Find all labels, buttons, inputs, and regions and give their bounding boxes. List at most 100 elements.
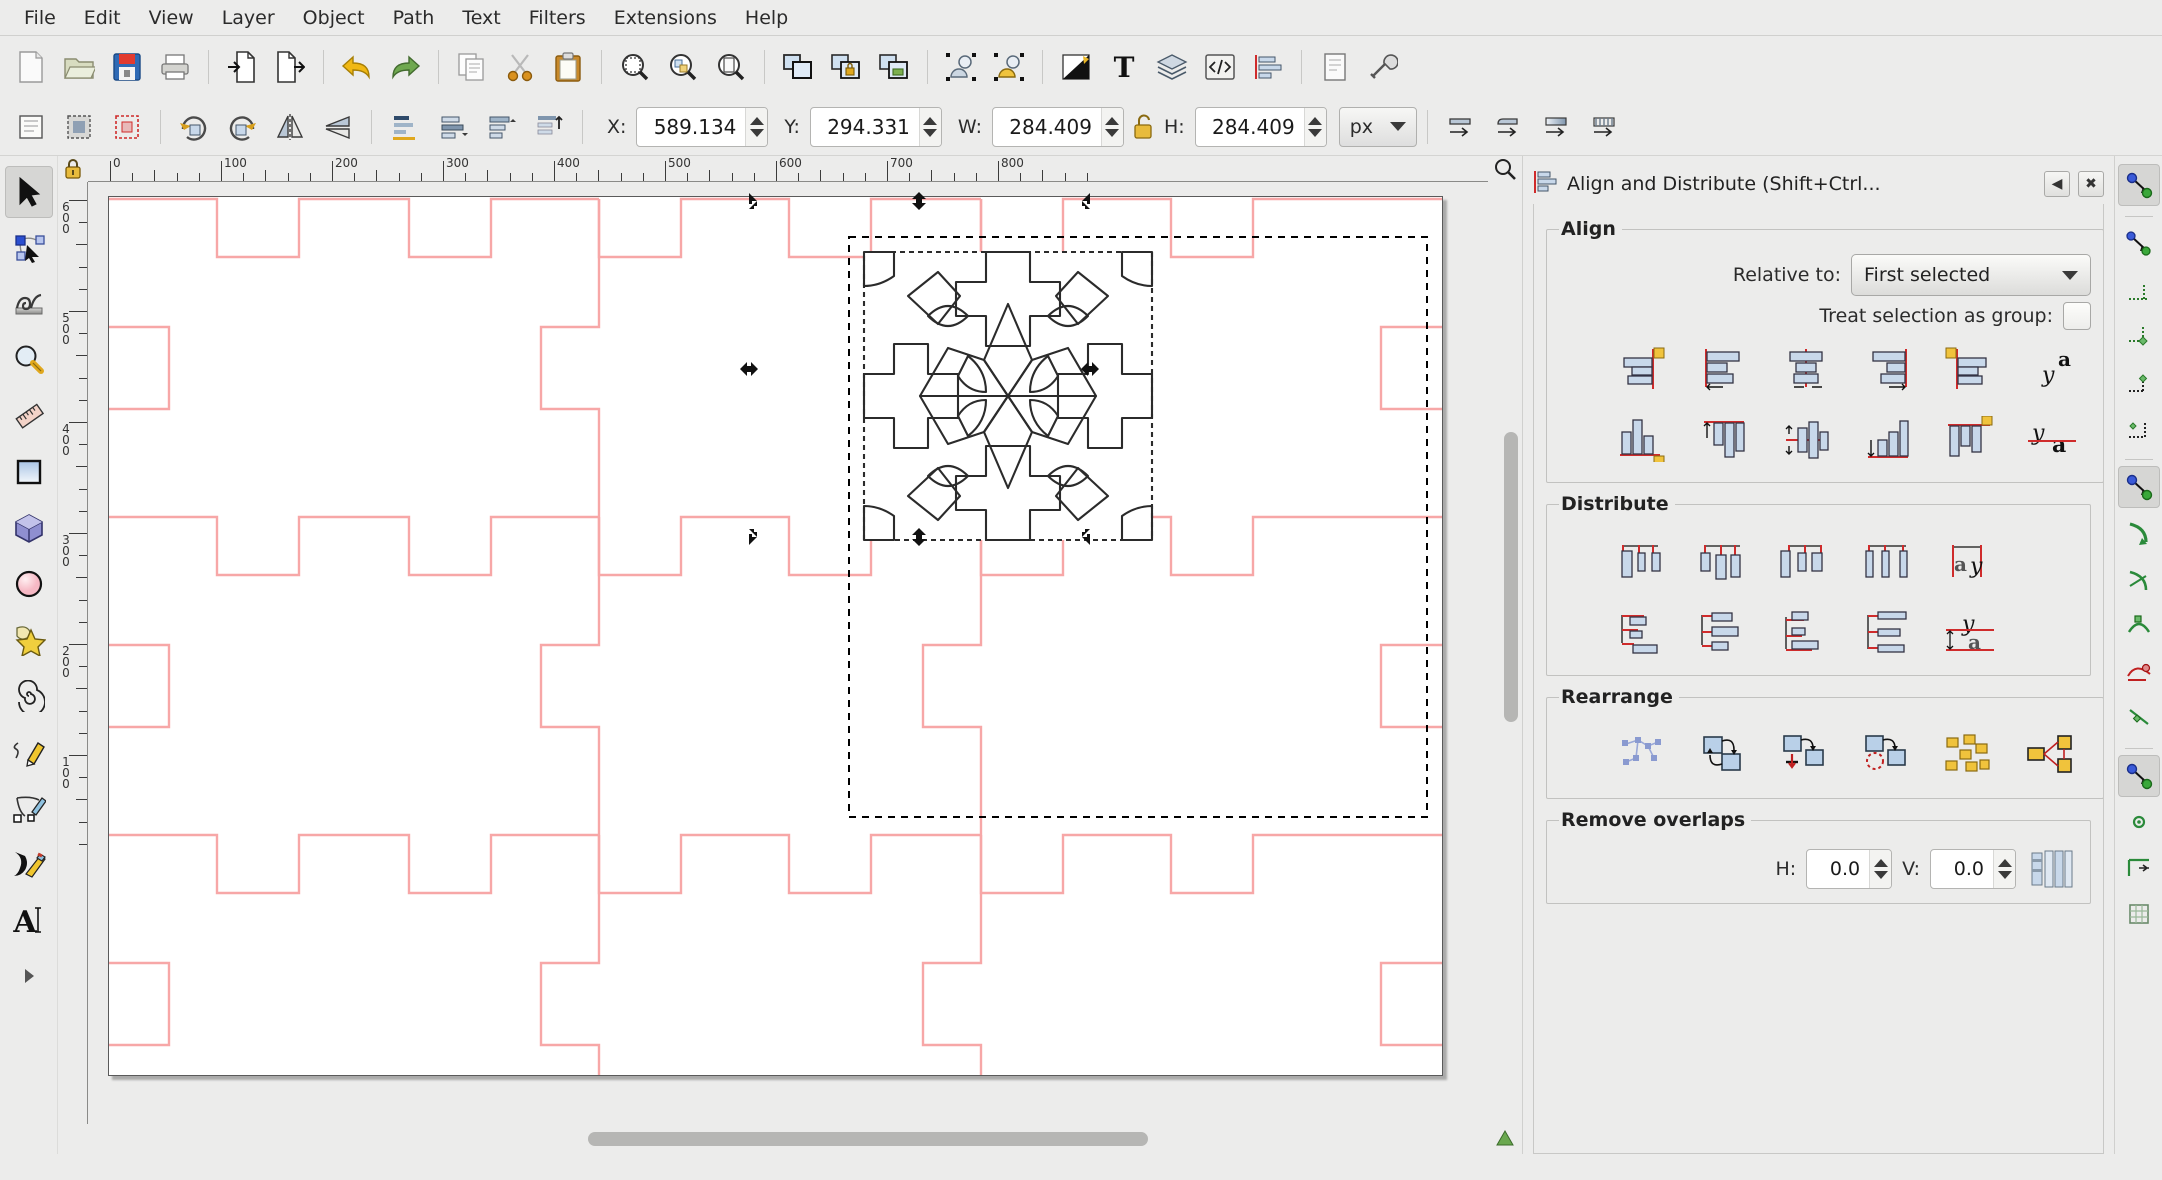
snap-object-centers-icon[interactable]: [2118, 801, 2160, 843]
menu-filters[interactable]: Filters: [515, 4, 600, 32]
overlap-h-arrows[interactable]: [1869, 850, 1892, 888]
pen-gradient-icon[interactable]: [1053, 44, 1099, 90]
graph-layout-icon[interactable]: [1603, 724, 1681, 786]
rectangle-icon[interactable]: [5, 446, 53, 498]
menu-path[interactable]: Path: [379, 4, 449, 32]
import-icon[interactable]: [219, 44, 265, 90]
remove-overlaps-icon[interactable]: [2026, 847, 2078, 891]
x-input[interactable]: [637, 107, 746, 146]
overlap-v-input[interactable]: [1931, 850, 1993, 888]
redo-arrow-icon[interactable]: [382, 44, 428, 90]
save-floppy-icon[interactable]: [104, 44, 150, 90]
overlap-v-arrows[interactable]: [1993, 850, 2015, 888]
w-spinner[interactable]: [991, 106, 1124, 147]
arrow-up-icon[interactable]: [749, 116, 764, 125]
overlap-v-spinner[interactable]: [1930, 849, 2016, 889]
text-tool-icon[interactable]: T: [1101, 44, 1147, 90]
zoom-indicator-icon[interactable]: [1488, 156, 1522, 182]
fill-stroke-icon[interactable]: [986, 44, 1032, 90]
copy-icon[interactable]: [449, 44, 495, 90]
tweak-icon[interactable]: [5, 278, 53, 330]
menu-extensions[interactable]: Extensions: [600, 4, 731, 32]
distribute-vertical-gaps-icon[interactable]: [1849, 601, 1927, 663]
vertical-scrollbar[interactable]: [1500, 182, 1522, 1124]
print-icon[interactable]: [152, 44, 198, 90]
y-spin-arrows[interactable]: [918, 107, 941, 146]
snap-others-icon[interactable]: [2117, 755, 2160, 797]
lower-icon[interactable]: [430, 104, 476, 150]
menu-edit[interactable]: Edit: [70, 4, 135, 32]
w-input[interactable]: [992, 107, 1101, 146]
distribute-right-edges-icon[interactable]: [1767, 531, 1845, 593]
affect-gradients-icon[interactable]: [1534, 104, 1580, 150]
deselect-icon[interactable]: [104, 104, 150, 150]
rotate-ccw-icon[interactable]: [171, 104, 217, 150]
h-spinner[interactable]: [1194, 106, 1327, 147]
spiral-icon[interactable]: [5, 670, 53, 722]
horizontal-scrollbar[interactable]: [58, 1124, 1488, 1154]
arrow-up-icon[interactable]: [923, 116, 938, 125]
y-spinner[interactable]: [809, 106, 942, 147]
w-spin-arrows[interactable]: [1100, 107, 1123, 146]
arrow-up-icon[interactable]: [1997, 859, 2012, 867]
distribute-bottom-edges-icon[interactable]: [1767, 601, 1845, 663]
menu-file[interactable]: File: [10, 4, 70, 32]
exchange-positions-clockwise-icon[interactable]: [1849, 724, 1927, 786]
distribute-top-edges-icon[interactable]: [1603, 601, 1681, 663]
exchange-positions-zorder-icon[interactable]: [1767, 724, 1845, 786]
cut-scissors-icon[interactable]: [497, 44, 543, 90]
zoom-drawing-icon[interactable]: [660, 44, 706, 90]
exchange-positions-icon[interactable]: [1685, 724, 1763, 786]
arrow-down-icon[interactable]: [1997, 871, 2012, 879]
snap-bbox-edge-midpoints-icon[interactable]: [2118, 361, 2160, 403]
collapse-icon[interactable]: ◀: [2044, 171, 2070, 197]
paste-clipboard-icon[interactable]: [545, 44, 591, 90]
snap-path-icon[interactable]: [2118, 512, 2160, 554]
snap-smooth-nodes-icon[interactable]: [2118, 650, 2160, 692]
snap-enable-icon[interactable]: [2117, 164, 2160, 206]
relative-to-select[interactable]: First selected: [1851, 254, 2091, 296]
align-text-baseline-horizontal-icon[interactable]: ya: [2013, 408, 2091, 470]
h-spin-arrows[interactable]: [1303, 107, 1326, 146]
arrow-down-icon[interactable]: [923, 128, 938, 137]
document-properties-icon[interactable]: [1312, 44, 1358, 90]
raise-to-top-icon[interactable]: [526, 104, 572, 150]
ruler-lock-icon[interactable]: [58, 156, 88, 182]
layers-icon[interactable]: [1149, 44, 1195, 90]
h-input[interactable]: [1195, 107, 1304, 146]
menu-view[interactable]: View: [135, 4, 208, 32]
menu-layer[interactable]: Layer: [208, 4, 289, 32]
distribute-vertical-centers-icon[interactable]: [1685, 601, 1763, 663]
align-text-baseline-vertical-icon[interactable]: ay: [2013, 338, 2091, 400]
arrow-up-icon[interactable]: [1105, 116, 1120, 125]
zoom-selection-icon[interactable]: [612, 44, 658, 90]
snap-bbox-centers-icon[interactable]: [2118, 407, 2160, 449]
align-left-edges-icon[interactable]: [1685, 338, 1763, 400]
vertical-scroll-thumb[interactable]: [1504, 432, 1518, 722]
unclump-icon[interactable]: [2013, 724, 2091, 786]
menu-help[interactable]: Help: [731, 4, 802, 32]
treat-selection-as-group-checkbox[interactable]: [2063, 302, 2091, 330]
lock-open-icon[interactable]: [1126, 104, 1160, 150]
ungroup-icon[interactable]: [871, 44, 917, 90]
select-all-layers-icon[interactable]: [56, 104, 102, 150]
zoom-page-icon[interactable]: [708, 44, 754, 90]
arrow-up-icon[interactable]: [1873, 859, 1888, 867]
distribute-text-baselines-vertical-icon[interactable]: ya: [1931, 601, 2009, 663]
raise-icon[interactable]: [478, 104, 524, 150]
overlap-h-input[interactable]: [1807, 850, 1870, 888]
measure-ruler-icon[interactable]: [5, 390, 53, 442]
node-editor-icon[interactable]: [5, 222, 53, 274]
align-left-edge-to-right-icon[interactable]: [1931, 338, 2009, 400]
ellipse-icon[interactable]: [5, 558, 53, 610]
menu-object[interactable]: Object: [289, 4, 379, 32]
distribute-left-edges-icon[interactable]: [1603, 531, 1681, 593]
pencil-icon[interactable]: [5, 726, 53, 778]
drawing-canvas[interactable]: [88, 182, 1500, 1124]
arrow-up-icon[interactable]: [1308, 116, 1323, 125]
flip-horizontal-icon[interactable]: [267, 104, 313, 150]
flip-vertical-icon[interactable]: [315, 104, 361, 150]
horizontal-ruler[interactable]: 0 100 200 300 400 500 600 700 800: [88, 156, 1488, 182]
arrow-down-icon[interactable]: [749, 128, 764, 137]
y-input[interactable]: [810, 107, 919, 146]
